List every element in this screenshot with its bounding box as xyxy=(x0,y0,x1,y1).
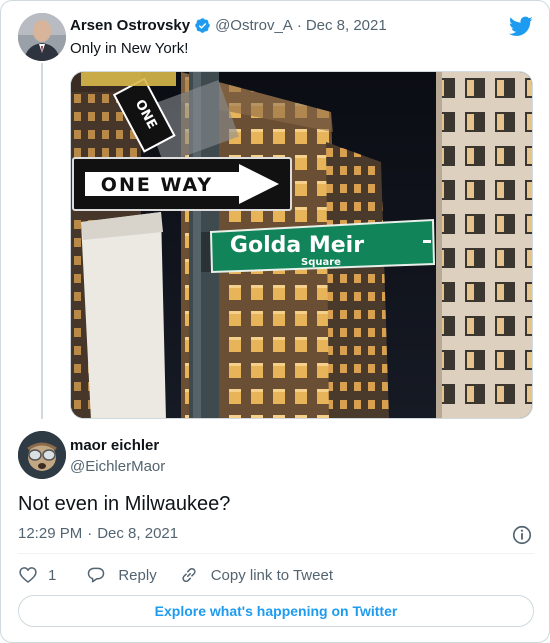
reply-author-handle[interactable]: @EichlerMaor xyxy=(70,458,165,475)
reply-author-avatar[interactable] xyxy=(18,431,66,479)
quoted-tweet-text: Only in New York! xyxy=(70,40,189,57)
link-icon xyxy=(182,567,196,583)
twitter-bird-icon[interactable] xyxy=(509,14,533,38)
one-way-sign-text: ONE WAY xyxy=(101,174,213,196)
thread-line xyxy=(41,63,43,419)
street-sign-photo: ONE ONE WAY Golda Meir Square xyxy=(71,72,532,418)
copy-link-label: Copy link to Tweet xyxy=(210,566,333,584)
copy-link-button[interactable]: Copy link to Tweet xyxy=(179,565,333,585)
tweet-actions: 1 Reply Copy link to Tweet xyxy=(18,563,353,587)
info-icon[interactable] xyxy=(511,524,533,546)
quoted-tweet-header: Arsen Ostrovsky @Ostrov_A · Dec 8, 2021 xyxy=(70,17,387,34)
one-way-sign: ONE WAY xyxy=(72,157,292,211)
explore-twitter-button[interactable]: Explore what's happening on Twitter xyxy=(18,595,534,627)
separator-dot: · xyxy=(296,17,302,34)
tweet-timestamp[interactable]: 12:29 PM · Dec 8, 2021 xyxy=(18,525,178,542)
street-sign-sub-text: Square xyxy=(301,257,341,268)
tweet-embed-card: Arsen Ostrovsky @Ostrov_A · Dec 8, 2021 … xyxy=(0,0,550,643)
reply-button[interactable]: Reply xyxy=(86,565,157,585)
like-count: 1 xyxy=(48,566,57,584)
reply-label: Reply xyxy=(118,566,157,584)
author-name[interactable]: Arsen Ostrovsky xyxy=(70,17,190,34)
divider xyxy=(18,553,534,554)
street-sign-main-text: Golda Meir xyxy=(230,233,364,258)
tweet-date[interactable]: Dec 8, 2021 xyxy=(306,17,387,34)
author-handle[interactable]: @Ostrov_A xyxy=(215,17,293,34)
tweet-time: 12:29 PM xyxy=(18,525,83,542)
tweet-date: Dec 8, 2021 xyxy=(97,525,179,542)
tweet-photo[interactable]: ONE ONE WAY Golda Meir Square xyxy=(70,71,533,419)
separator-dot: · xyxy=(87,525,93,542)
author-avatar[interactable] xyxy=(18,13,66,61)
verified-badge-icon xyxy=(195,18,210,33)
heart-icon xyxy=(19,567,37,583)
reply-bubble-icon xyxy=(88,567,105,583)
reply-tweet-text: Not even in Milwaukee? xyxy=(18,493,231,515)
like-button[interactable]: 1 xyxy=(18,565,56,585)
reply-author-name[interactable]: maor eichler xyxy=(70,437,159,454)
